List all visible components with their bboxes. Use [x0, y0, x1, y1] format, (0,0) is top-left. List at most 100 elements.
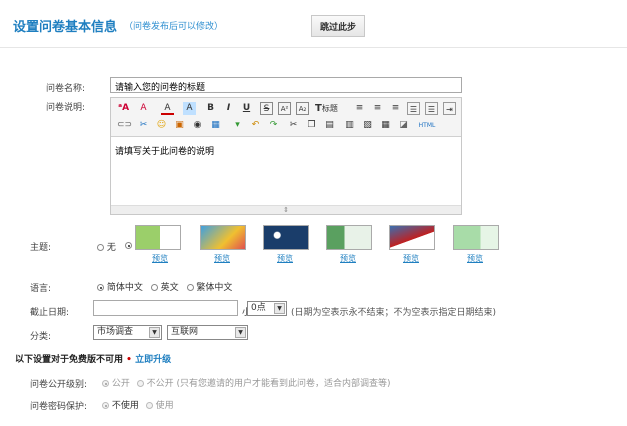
bold-icon[interactable]: B	[204, 102, 217, 115]
media-icon[interactable]: ▦	[209, 119, 222, 132]
lang-english-label: 英文	[160, 283, 179, 293]
theme-1-thumbnail[interactable]	[135, 225, 181, 250]
emoticon-icon[interactable]: ☺	[155, 119, 168, 132]
subscript-icon[interactable]: A₂	[296, 102, 309, 115]
editor-toolbar: ᵃA A A A B I U S A² A₂ T标题 ≡ ≡ ≡ ☰ ☰ ⇥ ⊂…	[111, 98, 461, 137]
theme-4-preview-link[interactable]: 预览	[340, 253, 356, 264]
lang-english-option[interactable]: 英文	[150, 283, 179, 293]
lang-simplified-radio[interactable]	[97, 284, 104, 291]
paste-icon[interactable]: ▤	[323, 119, 336, 132]
name-label: 问卷名称:	[46, 84, 86, 94]
superscript-icon[interactable]: A²	[278, 102, 291, 115]
align-right-icon[interactable]: ≡	[389, 102, 402, 115]
eraser-icon[interactable]: ◪	[397, 119, 410, 132]
deadline-label: 截止日期:	[30, 308, 70, 318]
heading-icon[interactable]: T标题	[315, 102, 349, 115]
password-options: 不使用 使用	[102, 398, 174, 411]
theme-1-preview-link[interactable]: 预览	[152, 253, 168, 264]
lang-traditional-radio[interactable]	[186, 284, 194, 291]
theme-3-preview-link[interactable]: 预览	[277, 253, 293, 264]
visibility-private-radio	[136, 380, 144, 387]
lang-traditional-label: 繁体中文	[196, 283, 233, 293]
visibility-public-radio	[102, 380, 109, 387]
theme-none-label: 无	[106, 243, 116, 253]
paste-text-icon[interactable]: ▥	[343, 119, 356, 132]
theme-1-radio[interactable]	[125, 242, 132, 249]
visibility-hint: (只有您邀请的用户才能看到此问卷，适合内部调查等)	[176, 379, 391, 389]
flash-icon[interactable]: ◉	[191, 119, 204, 132]
theme-5-thumbnail[interactable]	[389, 225, 435, 250]
bullet-icon: •	[126, 355, 132, 365]
table-icon[interactable]: ▦	[379, 119, 392, 132]
align-left-icon[interactable]: ≡	[353, 102, 366, 115]
font-size-icon[interactable]: A	[137, 102, 150, 115]
paid-features-heading: 以下设置对于免费版不可用 • 立即升级	[15, 352, 171, 365]
indent-icon[interactable]: ⇥	[443, 102, 456, 115]
visibility-public-label: 公开	[111, 379, 130, 389]
theme-none-radio[interactable]	[97, 244, 104, 251]
image-icon[interactable]: ▣	[173, 119, 186, 132]
deadline-date-input[interactable]	[93, 300, 238, 316]
header-divider	[0, 47, 627, 48]
upgrade-link[interactable]: 立即升级	[135, 355, 171, 365]
visibility-label: 问卷公开级别:	[30, 380, 88, 390]
cut-icon[interactable]: ✂	[287, 119, 300, 132]
lang-traditional-option[interactable]: 繁体中文	[186, 283, 233, 293]
paste-word-icon[interactable]: ▧	[361, 119, 374, 132]
lang-simplified-label: 简体中文	[106, 283, 143, 293]
theme-4-thumbnail[interactable]	[326, 225, 372, 250]
underline-icon[interactable]: U	[240, 102, 253, 115]
italic-icon[interactable]: I	[222, 102, 235, 115]
link-icon[interactable]: ⊂⊃	[117, 119, 132, 132]
theme-none-option[interactable]: 无	[97, 240, 116, 253]
language-label: 语言:	[30, 284, 52, 294]
password-off-label: 不使用	[111, 401, 139, 411]
password-on-label: 使用	[155, 401, 174, 411]
ordered-list-icon[interactable]: ☰	[407, 102, 420, 115]
strikethrough-icon[interactable]: S	[260, 102, 273, 115]
font-color-icon[interactable]: A	[161, 102, 174, 115]
paid-features-title: 以下设置对于免费版不可用	[15, 355, 124, 365]
description-text: 请填写关于此问卷的说明	[115, 147, 215, 157]
deadline-hint: (日期为空表示永不结束；不为空表示指定日期结束)	[291, 308, 497, 318]
theme-2-thumbnail[interactable]	[200, 225, 246, 250]
hour-select-value: 0点	[251, 303, 266, 313]
theme-2-preview-link[interactable]: 预览	[214, 253, 230, 264]
chevron-down-icon: ▼	[274, 303, 285, 314]
category-select-1[interactable]: 市场调查 ▼	[93, 325, 162, 340]
page-subtitle: （问卷发布后可以修改）	[124, 22, 224, 32]
skip-step-button[interactable]: 跳过此步	[311, 15, 365, 37]
theme-3-thumbnail[interactable]	[263, 225, 309, 250]
heading-label: 标题	[321, 104, 338, 113]
survey-name-input[interactable]: 请输入您的问卷的标题	[110, 77, 462, 93]
lang-english-radio[interactable]	[150, 284, 158, 291]
theme-6-thumbnail[interactable]	[453, 225, 499, 250]
desc-label: 问卷说明:	[46, 103, 86, 113]
category-label: 分类:	[30, 332, 52, 342]
category-select-2[interactable]: 互联网 ▼	[167, 325, 248, 340]
align-center-icon[interactable]: ≡	[371, 102, 384, 115]
theme-label: 主题:	[30, 243, 52, 253]
password-on-radio	[145, 402, 153, 409]
font-style-icon[interactable]: ᵃA	[117, 102, 130, 115]
category-select-2-value: 互联网	[171, 327, 199, 337]
lang-simplified-option[interactable]: 简体中文	[97, 283, 143, 293]
theme-6-preview-link[interactable]: 预览	[467, 253, 483, 264]
chevron-down-icon: ▼	[235, 327, 246, 338]
description-editor[interactable]: ᵃA A A A B I U S A² A₂ T标题 ≡ ≡ ≡ ☰ ☰ ⇥ ⊂…	[110, 97, 462, 215]
password-off-radio	[102, 402, 109, 409]
hour-select[interactable]: 0点 ▼	[247, 301, 287, 316]
unordered-list-icon[interactable]: ☰	[425, 102, 438, 115]
visibility-private-label: 不公开	[146, 379, 174, 389]
category-select-1-value: 市场调查	[97, 327, 134, 337]
language-options: 简体中文 英文 繁体中文	[97, 280, 232, 293]
redo-icon[interactable]: ↷	[267, 119, 280, 132]
unlink-icon[interactable]: ✂	[137, 119, 150, 132]
highlight-icon[interactable]: A	[183, 102, 196, 115]
copy-icon[interactable]: ❐	[305, 119, 318, 132]
resize-handle[interactable]: ⇕	[111, 205, 461, 214]
html-source-icon[interactable]: HTML	[417, 119, 437, 132]
undo-icon[interactable]: ↶	[249, 119, 262, 132]
insert-row-icon[interactable]: ▾	[231, 119, 244, 132]
theme-5-preview-link[interactable]: 预览	[403, 253, 419, 264]
